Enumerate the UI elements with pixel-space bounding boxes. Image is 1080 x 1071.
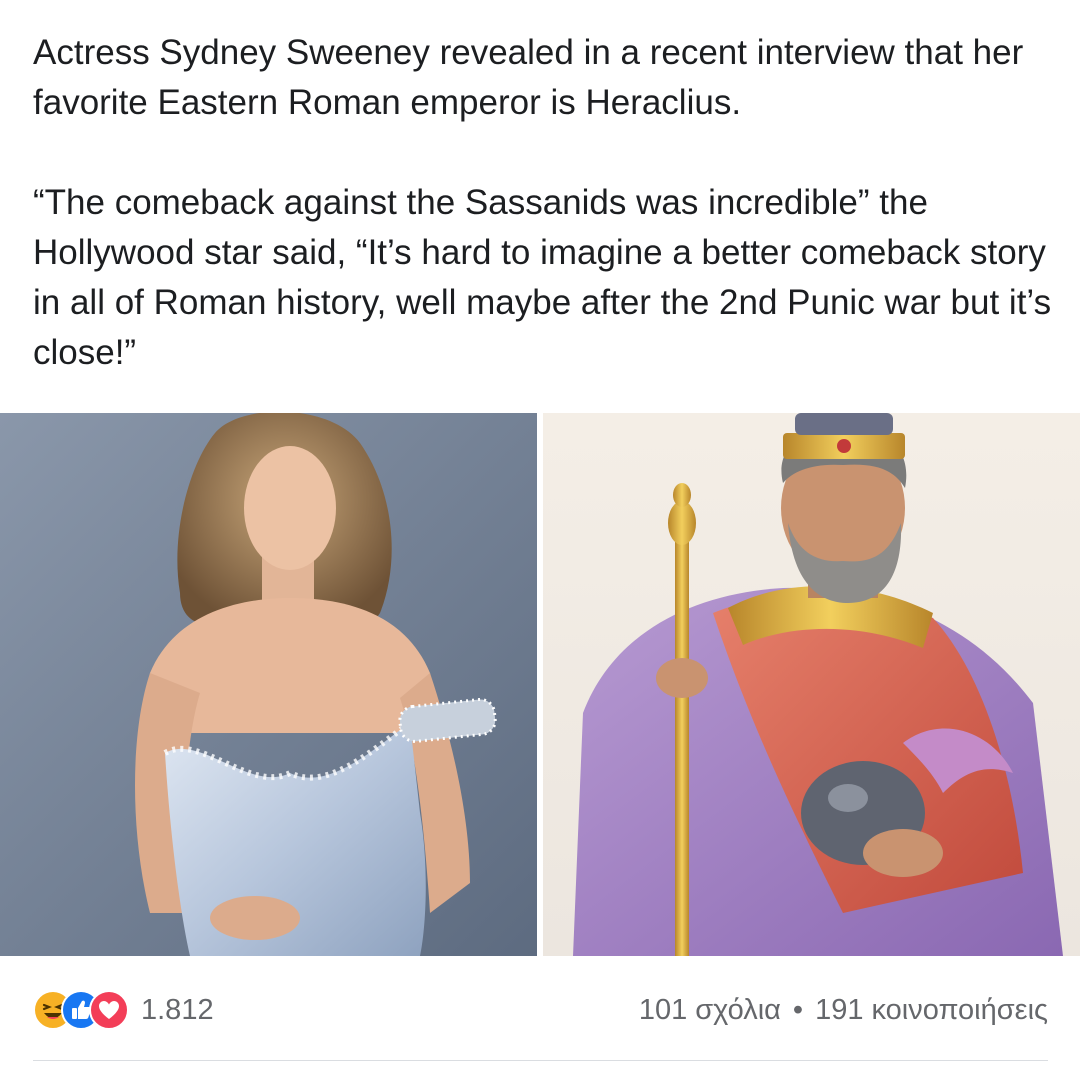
post-text: Actress Sydney Sweeney revealed in a rec… <box>33 28 1053 378</box>
facebook-post: Actress Sydney Sweeney revealed in a rec… <box>0 0 1080 1071</box>
post-paragraph-1: Actress Sydney Sweeney revealed in a rec… <box>33 33 1024 122</box>
painting-emperor-heraclius-graphic <box>543 413 1080 956</box>
shares-count[interactable]: 191 κοινοποιήσεις <box>815 994 1048 1027</box>
post-footer: 1.812 101 σχόλια • 191 κοινοποιήσεις <box>33 985 1048 1035</box>
photo-woman-blue-dress-graphic <box>0 413 537 956</box>
reactions-summary[interactable]: 1.812 <box>33 985 214 1035</box>
post-images[interactable] <box>0 413 1080 956</box>
love-icon[interactable] <box>89 990 129 1030</box>
photo-woman-blue-dress[interactable] <box>0 413 537 956</box>
divider <box>33 1060 1048 1061</box>
comments-count[interactable]: 101 σχόλια <box>639 994 781 1027</box>
reaction-count[interactable]: 1.812 <box>141 994 214 1027</box>
post-stats: 101 σχόλια • 191 κοινοποιήσεις <box>639 985 1048 1035</box>
post-paragraph-2: “The comeback against the Sassanids was … <box>33 183 1052 372</box>
separator-dot: • <box>792 993 804 1026</box>
painting-emperor-heraclius[interactable] <box>543 413 1080 956</box>
